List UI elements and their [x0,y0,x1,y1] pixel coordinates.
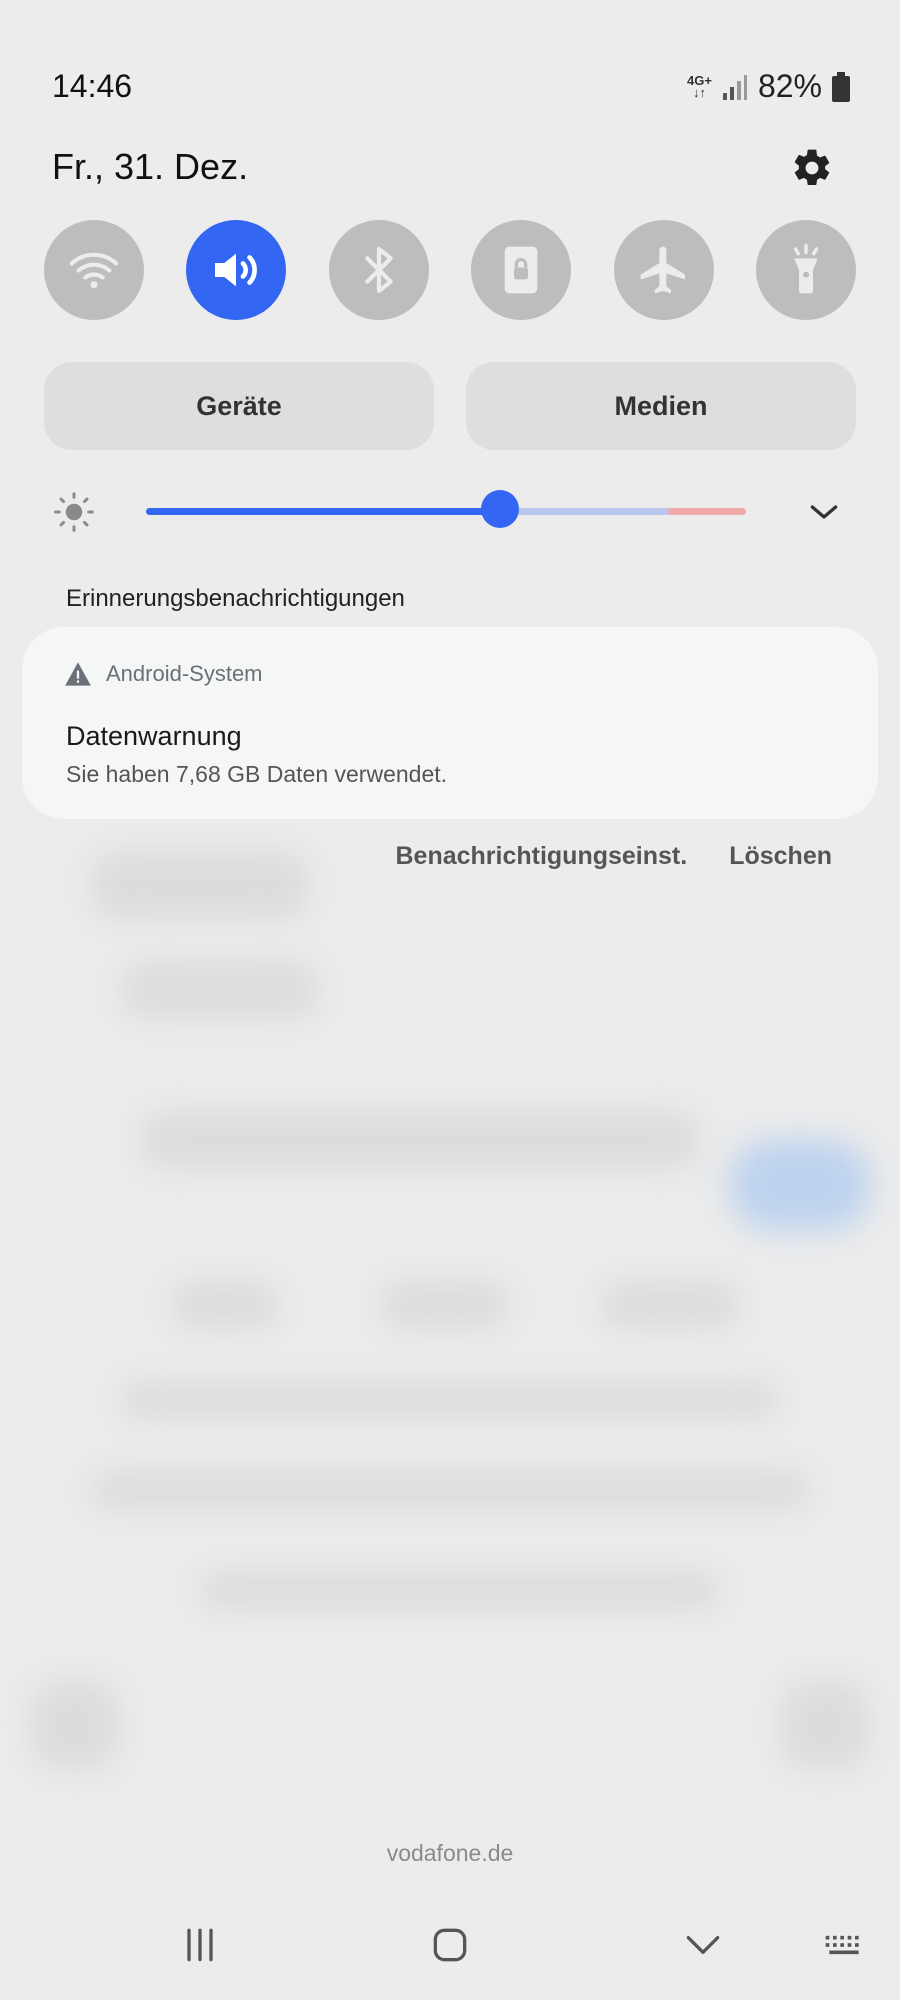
brightness-control [52,490,852,532]
notification-text: Sie haben 7,68 GB Daten verwendet. [66,761,448,787]
notification-card[interactable]: Android-System Datenwarnung Sie haben 7,… [22,627,878,819]
battery-percent: 82% [757,68,822,104]
chevron-down-icon [686,1936,720,1954]
warning-icon [65,662,91,686]
status-bar: 14:46 4G+ ↓↑ 82% [0,0,900,130]
flashlight-icon [793,243,819,294]
hide-keyboard-button[interactable] [673,1915,733,1975]
airplane-toggle[interactable] [613,220,714,320]
gear-icon[interactable] [790,146,834,190]
rotation-lock-toggle[interactable] [471,220,572,320]
recent-apps-button[interactable] [170,1915,230,1975]
wifi-icon [69,252,119,289]
quick-settings-tiles [44,220,856,320]
home-button[interactable] [420,1915,480,1975]
notification-app-name: Android-System [106,661,263,686]
notification-settings-button[interactable]: Benachrichtigungseinst. [395,842,687,871]
notification-actions: Benachrichtigungseinst. Löschen [395,842,832,871]
home-icon [433,1928,467,1962]
brightness-track-high [668,508,746,515]
rotation-lock-icon [504,246,538,294]
bluetooth-toggle[interactable] [328,220,429,320]
media-button[interactable]: Medien [466,362,856,450]
notification-title: Datenwarnung [66,721,242,751]
keyboard-button[interactable] [814,1915,874,1975]
brightness-slider-thumb[interactable] [481,490,519,528]
bluetooth-icon [365,246,393,294]
carrier-label: vodafone.de [386,1840,514,1866]
sound-icon [215,253,258,287]
date-label: Fr., 31. Dez. [52,146,249,187]
clock: 14:46 [52,68,133,104]
status-icons: 4G+ ↓↑ 82% [687,68,850,105]
wifi-toggle[interactable] [44,220,144,320]
sound-toggle[interactable] [186,220,287,320]
keyboard-icon [825,1935,859,1955]
brightness-icon [54,492,94,532]
devices-button[interactable]: Geräte [44,362,434,450]
notification-section-title: Erinnerungsbenachrichtigungen [66,585,405,612]
recent-apps-icon [187,1928,213,1962]
notification-app-header: Android-System [64,661,263,687]
flashlight-toggle[interactable] [755,220,856,320]
network-type-indicator: 4G+ ↓↑ [687,72,712,100]
signal-icon [722,74,747,100]
brightness-track-fill [146,508,500,515]
chevron-down-icon[interactable] [804,492,844,532]
clear-button[interactable]: Löschen [729,842,832,871]
airplane-icon [640,246,685,294]
battery-icon [832,71,850,102]
navigation-bar [0,1915,900,1975]
network-type-label: 4G+ [687,72,712,88]
